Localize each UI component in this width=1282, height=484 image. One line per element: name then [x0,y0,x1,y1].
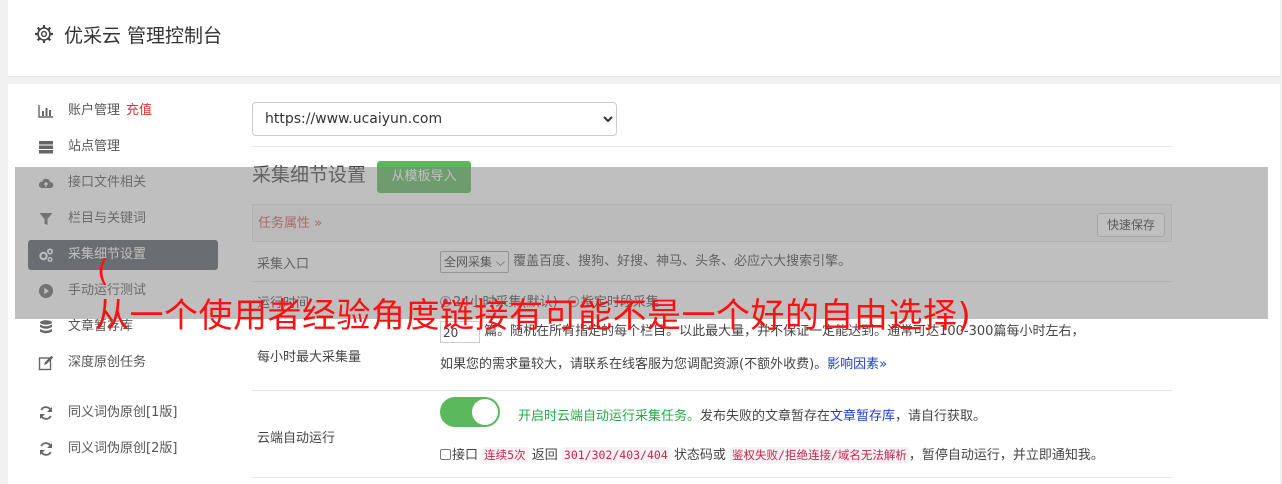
auto-pause-checkbox[interactable] [440,449,451,460]
influence-factors-link[interactable]: 影响因素» [827,357,887,372]
article-storage-link[interactable]: 文章暂存库 [830,409,895,424]
top-header: 优采云 管理控制台 [8,0,1280,77]
cloud-run-status: 开启时云端自动运行采集任务。 [518,409,701,424]
row-cloud-auto-run: 云端自动运行 开启时云端自动运行采集任务。发布失败的文章暂存在文章暂存库，请自行… [252,391,1172,478]
database-icon [40,320,52,334]
max-per-hour-note: 如果您的需求量较大，请联系在线客服为您调配资源(不额外收费)。 [440,357,828,372]
sidebar-item-label: 账户管理 [68,103,121,118]
sidebar-item-label: 站点管理 [68,139,121,154]
overlay-paren: ( [97,254,109,289]
row-label: 云端自动运行 [257,431,336,446]
sidebar-item-synonym-v1[interactable]: 同义词伪原创[1版] [28,398,218,428]
server-icon [39,141,53,154]
cloud-run-toggle[interactable] [440,397,500,427]
row-label: 每小时最大采集量 [257,350,362,365]
code-consecutive: 连续5次 [482,447,528,463]
sidebar-item-label: 同义词伪原创[2版] [68,441,178,456]
gear-icon [35,25,53,43]
bar-chart-icon [38,105,53,118]
code-status: 301/302/403/404 [561,447,670,463]
divider [252,146,1172,147]
sidebar-item-label: 同义词伪原创[1版] [68,405,178,420]
overlay-caption: 从一个使用者经验角度链接有可能不是一个好的自由选择) [95,296,972,336]
toggle-knob [472,399,498,425]
cloud-run-desc-end: ，请自行获取。 [895,409,987,424]
sidebar-item-account[interactable]: 账户管理 充值 [28,96,218,126]
cloud-run-desc: 发布失败的文章暂存在 [700,409,831,424]
sidebar-item-label: 深度原创任务 [68,355,147,370]
sidebar-item-deep-original[interactable]: 深度原创任务 [28,348,218,378]
pause-text: 状态码或 [673,448,726,463]
edit-icon [38,355,54,371]
refresh-icon [40,442,52,456]
sidebar-item-synonym-v2[interactable]: 同义词伪原创[2版] [28,434,218,464]
site-select[interactable]: https://www.ucaiyun.com [252,102,617,136]
recharge-link[interactable]: 充值 [126,103,152,118]
pause-text: 接口 [452,448,479,463]
code-errors: 鉴权失败/拒绝连接/域名无法解析 [730,447,909,463]
refresh-icon [40,406,52,420]
sidebar-item-sites[interactable]: 站点管理 [28,132,218,162]
pause-text: ，暂停自动运行，并立即通知我。 [908,448,1104,463]
pause-text: 返回 [531,448,558,463]
page-title: 优采云 管理控制台 [64,25,223,47]
